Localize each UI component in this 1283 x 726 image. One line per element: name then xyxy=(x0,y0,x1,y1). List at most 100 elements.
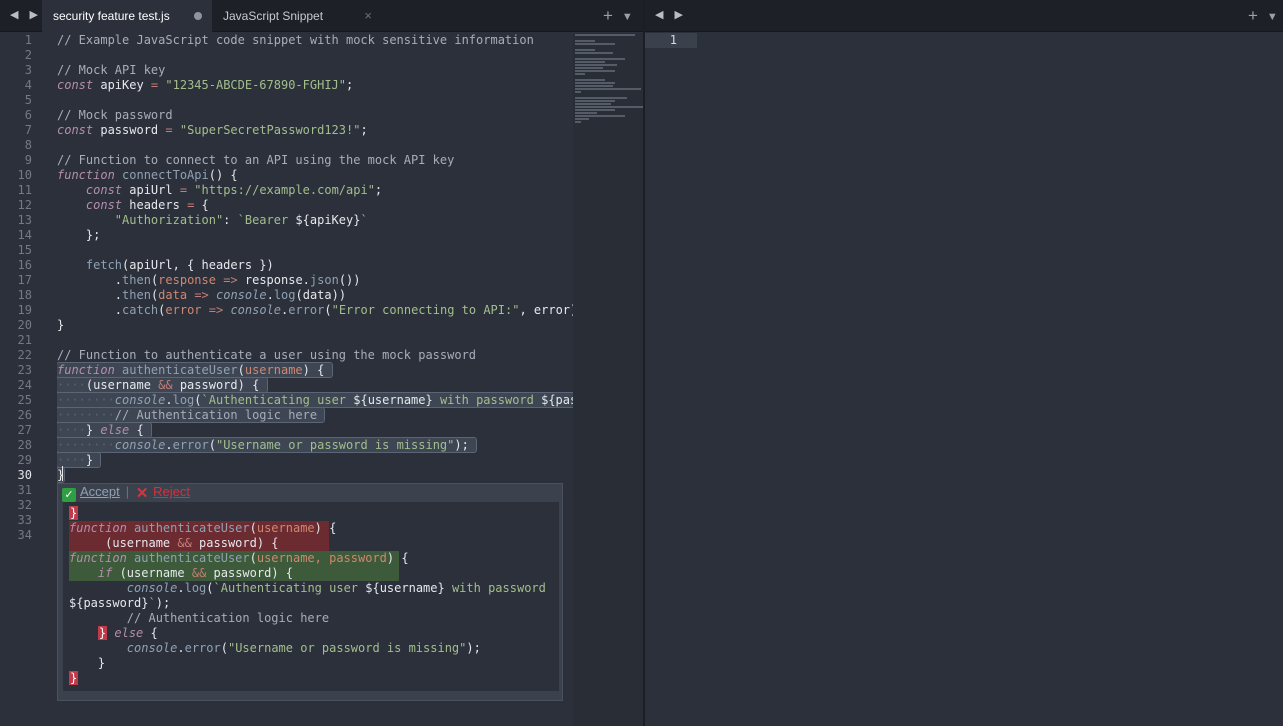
line-number: 15 xyxy=(17,243,32,257)
code-line: // Function to connect to an API using t… xyxy=(57,153,455,167)
diff-line: // Authentication logic here xyxy=(126,611,330,625)
minimap-line xyxy=(575,58,625,60)
line-number: 5 xyxy=(24,93,32,107)
code-line: }; xyxy=(57,228,101,242)
line-number: 2 xyxy=(24,48,32,62)
minimap-line xyxy=(575,64,617,66)
reject-x-icon[interactable]: ✕ xyxy=(135,486,149,501)
line-number: 1 xyxy=(669,33,677,47)
code-line: ····(username && password) { xyxy=(57,377,268,393)
code-line: } xyxy=(57,318,65,332)
diff-line: } xyxy=(69,671,79,685)
diff-line: ${password}`); xyxy=(69,596,171,610)
minimap-line xyxy=(575,88,641,90)
diff-actions: ✓ Accept | ✕ Reject xyxy=(62,484,190,502)
tab-security-feature-test[interactable]: security feature test.js xyxy=(42,0,212,32)
line-number: 12 xyxy=(17,198,32,212)
minimap-line xyxy=(575,73,585,75)
minimap[interactable] xyxy=(573,33,643,726)
diff-line-added: if (username && password) { xyxy=(69,566,399,581)
line-number: 18 xyxy=(17,288,32,302)
left-tab-bar: ◀ ▶ security feature test.js JavaScript … xyxy=(0,0,643,32)
line-number: 9 xyxy=(24,153,32,167)
code-line: ····} else { xyxy=(57,422,152,438)
line-number: 24 xyxy=(17,378,32,392)
minimap-line xyxy=(575,85,613,87)
right-tab-bar: ◀ ▶ + ▼ xyxy=(645,0,1283,32)
minimap-line xyxy=(575,97,627,99)
accept-check-icon[interactable]: ✓ xyxy=(62,488,76,502)
minimap-line xyxy=(575,43,615,45)
line-number: 11 xyxy=(17,183,32,197)
tab-label: JavaScript Snippet xyxy=(223,9,324,23)
code-line: // Mock API key xyxy=(57,63,166,77)
minimap-line xyxy=(575,49,595,51)
minimap-line xyxy=(575,40,595,42)
line-number: 34 xyxy=(17,528,32,542)
history-nav-arrows-icon[interactable]: ◀ ▶ xyxy=(10,8,42,21)
minimap-line xyxy=(575,100,615,102)
tab-label: security feature test.js xyxy=(53,9,170,23)
minimap-line xyxy=(575,109,615,111)
new-tab-icon[interactable]: + xyxy=(603,6,613,25)
left-editor-pane: ◀ ▶ security feature test.js JavaScript … xyxy=(0,0,643,726)
code-line: function authenticateUser(username) { xyxy=(57,362,333,378)
diff-line: } xyxy=(69,656,106,670)
minimap-line xyxy=(575,79,605,81)
minimap-line xyxy=(575,112,597,114)
action-separator: | xyxy=(125,484,130,499)
line-number: 16 xyxy=(17,258,32,272)
unsaved-dot-icon[interactable] xyxy=(194,12,202,20)
diff-line: } xyxy=(69,506,79,520)
accept-button[interactable]: Accept xyxy=(80,484,120,499)
close-tab-icon[interactable]: × xyxy=(364,0,372,32)
line-number: 14 xyxy=(17,228,32,242)
minimap-line xyxy=(575,82,615,84)
diff-line-removed: (username && password) { xyxy=(69,536,329,551)
diff-line: } else { xyxy=(97,626,158,640)
code-line: ········console.log(`Authenticating user… xyxy=(57,392,573,408)
diff-suggestion-popup: ✓ Accept | ✕ Reject } function authenticateU… xyxy=(57,483,563,701)
minimap-line xyxy=(575,118,589,120)
new-tab-icon[interactable]: + xyxy=(1248,6,1258,25)
line-number: 29 xyxy=(17,453,32,467)
minimap-line xyxy=(575,61,605,63)
line-number: 27 xyxy=(17,423,32,437)
line-number: 22 xyxy=(17,348,32,362)
minimap-line xyxy=(575,115,625,117)
minimap-line xyxy=(575,67,603,69)
line-number: 28 xyxy=(17,438,32,452)
line-number: 6 xyxy=(24,108,32,122)
minimap-line xyxy=(575,103,611,105)
diff-preview: } function authenticateUser(username) { … xyxy=(63,502,559,691)
code-line: ········// Authentication logic here xyxy=(57,407,573,423)
line-number: 20 xyxy=(17,318,32,332)
minimap-line xyxy=(575,52,613,54)
text-cursor xyxy=(62,466,63,481)
tab-menu-icon[interactable]: ▼ xyxy=(622,11,633,23)
tab-javascript-snippet[interactable]: JavaScript Snippet × xyxy=(212,0,382,32)
line-number: 23 xyxy=(17,363,32,377)
code-line: const apiUrl = "https://example.com/api"… xyxy=(85,183,383,197)
diff-line-added: function authenticateUser(username, pass… xyxy=(69,551,409,566)
code-line: // Mock password xyxy=(57,108,173,122)
line-number: 31 xyxy=(17,483,32,497)
code-line: ····} xyxy=(57,452,102,468)
tab-actions: + ▼ xyxy=(603,6,633,27)
tab-menu-icon[interactable]: ▼ xyxy=(1267,11,1278,23)
code-line: .then(data => console.log(data)) xyxy=(57,288,347,302)
reject-button[interactable]: Reject xyxy=(153,484,190,499)
line-number: 21 xyxy=(17,333,32,347)
diff-line: console.log(`Authenticating user ${usern… xyxy=(126,581,546,595)
line-number: 7 xyxy=(24,123,32,137)
history-nav-arrows-icon[interactable]: ◀ ▶ xyxy=(655,8,687,21)
right-editor-pane: ◀ ▶ + ▼ 1 xyxy=(645,0,1283,726)
code-line: // Function to authenticate a user using… xyxy=(57,348,477,362)
code-line: ········console.error("Username or passw… xyxy=(57,437,478,453)
line-number-gutter: 1 xyxy=(645,33,697,48)
tab-actions: + ▼ xyxy=(1248,6,1278,27)
